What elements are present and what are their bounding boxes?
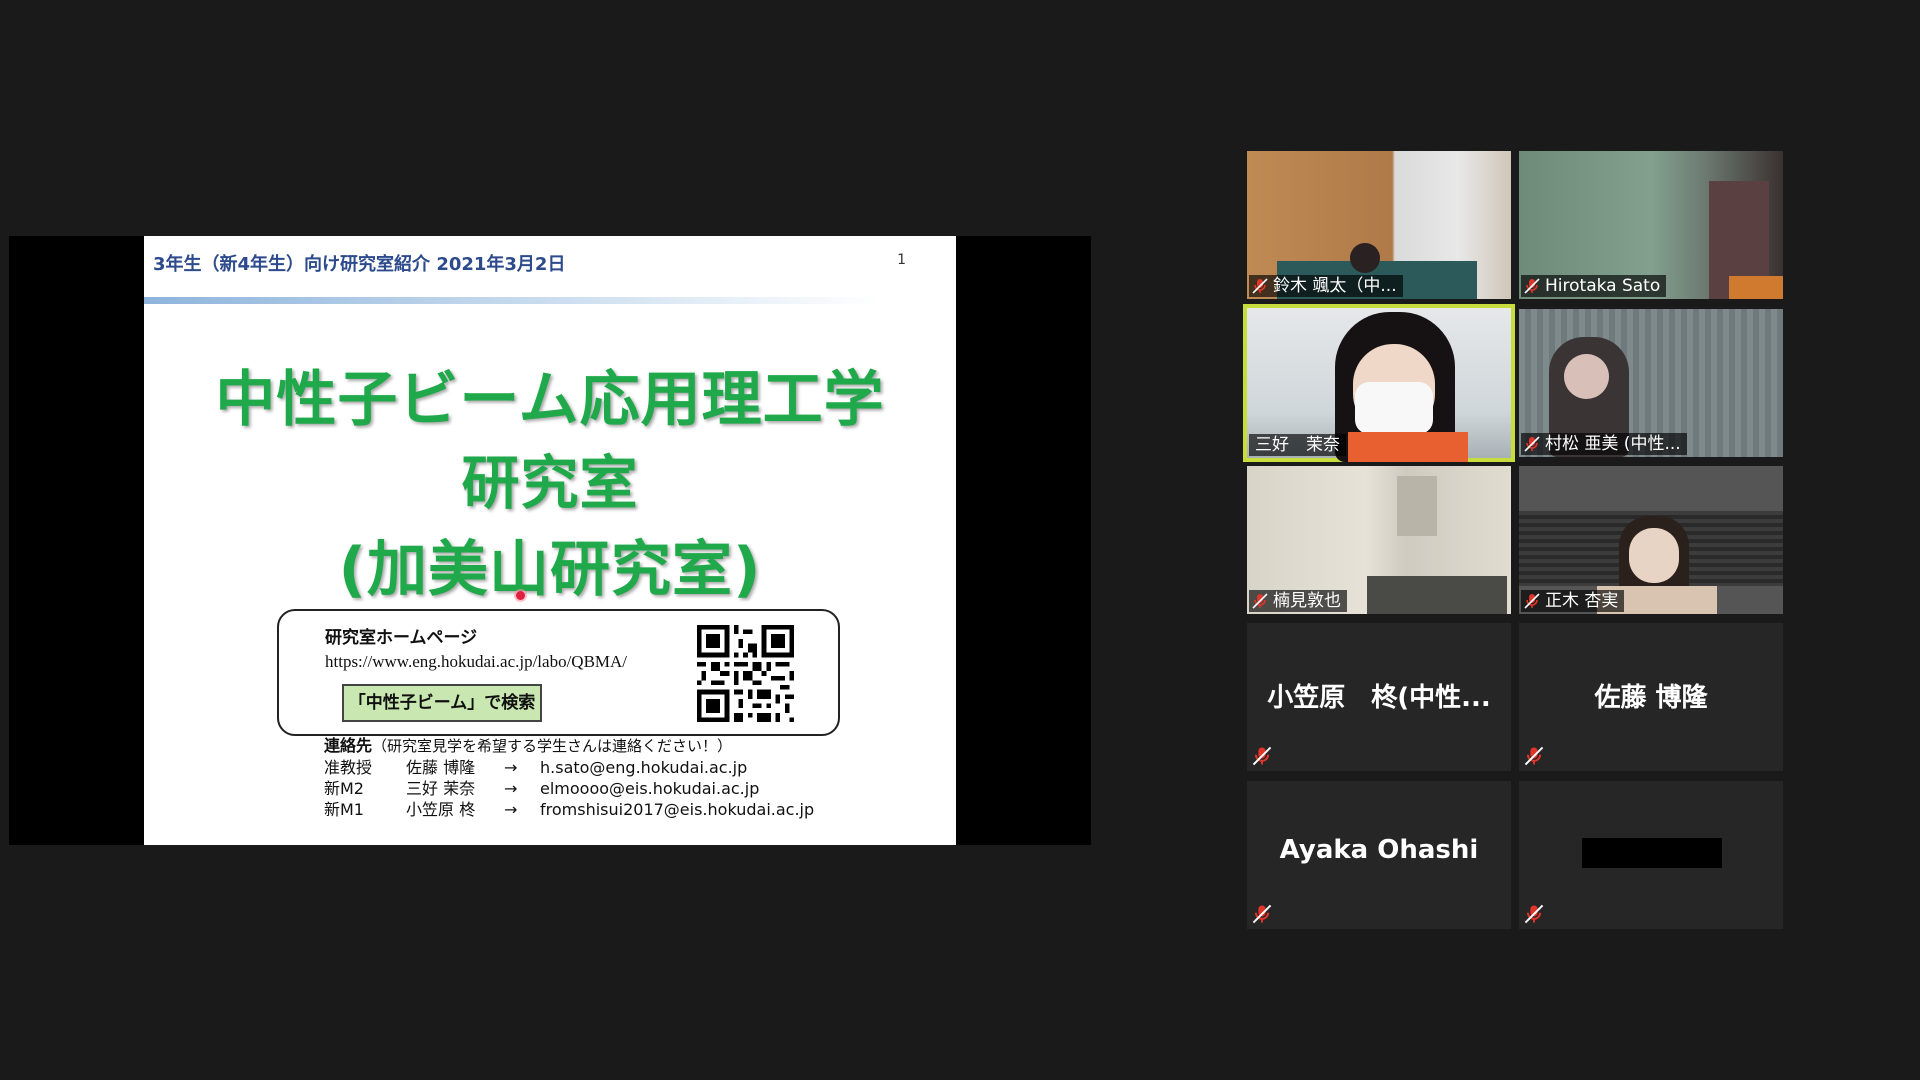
slide-title-line-3: (加美山研究室) <box>338 535 762 605</box>
participant-name: 楠見敦也 <box>1273 591 1341 611</box>
video-feed-face <box>1629 528 1679 583</box>
search-hint-box: 「中性子ビーム」で検索 <box>342 684 542 722</box>
slide-title-line-2: 研究室 <box>461 449 639 517</box>
mic-off-icon <box>1252 746 1272 766</box>
participant-name-label: 村松 亜美 (中性... <box>1521 433 1687 455</box>
contact-email: fromshisui2017@eis.hokudai.ac.jp <box>540 800 815 819</box>
mic-off-icon <box>1524 904 1544 924</box>
participant-name: 佐藤 博隆 <box>1594 683 1708 713</box>
video-feed-detail <box>1367 576 1507 614</box>
contact-name: 三好 茉奈 <box>406 779 476 798</box>
participant-tile[interactable]: 佐藤 博隆 <box>1519 623 1783 771</box>
slide-title-line-1: 中性子ビーム応用理工学 <box>215 365 885 435</box>
mic-off-icon <box>1252 278 1268 294</box>
participant-tile[interactable] <box>1519 781 1783 929</box>
slide-header-title: 3年生（新4年生）向け研究室紹介 2021年3月2日 <box>153 254 566 275</box>
participant-name: 正木 杏実 <box>1545 591 1619 611</box>
pointer-dot-icon <box>516 591 525 600</box>
participant-name: 小笠原 柊(中性... <box>1267 683 1491 713</box>
participant-name: 三好 茉奈 <box>1255 435 1340 455</box>
video-feed-detail <box>1729 276 1783 299</box>
video-feed-face <box>1564 354 1609 399</box>
participant-tile[interactable]: 小笠原 柊(中性... <box>1247 623 1511 771</box>
participant-name-label: Hirotaka Sato <box>1521 275 1667 297</box>
participant-name: 村松 亜美 (中性... <box>1545 434 1681 454</box>
slide-header: 3年生（新4年生）向け研究室紹介 2021年3月2日 1 <box>144 236 956 296</box>
participant-tile[interactable]: 村松 亜美 (中性... <box>1519 309 1783 457</box>
participant-name: Ayaka Ohashi <box>1279 835 1479 865</box>
presentation-slide: 3年生（新4年生）向け研究室紹介 2021年3月2日 1 中性子ビーム応用理工学… <box>144 236 956 845</box>
video-feed-person <box>1350 243 1380 273</box>
participant-tile[interactable]: Hirotaka Sato <box>1519 151 1783 299</box>
mic-off-icon <box>1524 746 1544 766</box>
contact-name: 佐藤 博隆 <box>406 758 476 777</box>
contact-role: 新M1 <box>324 800 364 819</box>
mic-off-icon <box>1524 593 1540 609</box>
contact-row: 准教授 佐藤 博隆 → h.sato@eng.hokudai.ac.jp <box>324 757 814 778</box>
shared-screen[interactable]: 3年生（新4年生）向け研究室紹介 2021年3月2日 1 中性子ビーム応用理工学… <box>9 236 1091 845</box>
contact-note: （研究室見学を希望する学生さんは連絡ください！） <box>372 737 733 755</box>
contact-email: h.sato@eng.hokudai.ac.jp <box>540 758 748 777</box>
video-feed-detail <box>1397 476 1437 536</box>
slide-page-number: 1 <box>897 252 906 268</box>
mic-off-icon <box>1524 278 1540 294</box>
participant-tile[interactable]: 鈴木 颯太（中... <box>1247 151 1511 299</box>
contact-row: 新M1 小笠原 柊 → fromshisui2017@eis.hokudai.a… <box>324 799 814 820</box>
participant-tile-active-speaker[interactable]: 三好 茉奈 <box>1243 304 1515 462</box>
participant-tile[interactable]: 楠見敦也 <box>1247 466 1511 614</box>
mic-off-icon <box>1524 436 1540 452</box>
contact-email: elmoooo@eis.hokudai.ac.jp <box>540 779 760 798</box>
redacted-name <box>1582 838 1722 868</box>
arrow-icon: → <box>504 758 518 777</box>
participant-name-label: 正木 杏実 <box>1521 590 1625 612</box>
participant-name-label: 三好 茉奈 <box>1249 434 1346 456</box>
homepage-url: https://www.eng.hokudai.ac.jp/labo/QBMA/ <box>325 652 628 671</box>
video-feed-detail <box>1348 432 1468 462</box>
contact-role: 准教授 <box>324 758 373 777</box>
header-divider <box>144 297 879 304</box>
participant-tile[interactable]: Ayaka Ohashi <box>1247 781 1511 929</box>
contact-role: 新M2 <box>324 779 364 798</box>
homepage-box: 研究室ホームページ https://www.eng.hokudai.ac.jp/… <box>277 609 840 736</box>
mic-off-icon <box>1252 904 1272 924</box>
participant-tile[interactable]: 正木 杏実 <box>1519 466 1783 614</box>
participant-name-label: 楠見敦也 <box>1249 590 1347 612</box>
arrow-icon: → <box>504 779 518 798</box>
contact-row: 新M2 三好 茉奈 → elmoooo@eis.hokudai.ac.jp <box>324 778 814 799</box>
participant-name: Hirotaka Sato <box>1545 276 1661 296</box>
contact-section: 連絡先（研究室見学を希望する学生さんは連絡ください！） 准教授 佐藤 博隆 → … <box>324 735 814 820</box>
video-feed-mask <box>1355 382 1433 434</box>
mic-off-icon <box>1252 593 1268 609</box>
contact-heading: 連絡先 <box>324 736 373 755</box>
contact-name: 小笠原 柊 <box>406 800 476 819</box>
qr-code-icon <box>697 625 794 722</box>
participant-name-label: 鈴木 颯太（中... <box>1249 275 1403 297</box>
participant-name: 鈴木 颯太（中... <box>1273 276 1397 296</box>
arrow-icon: → <box>504 800 518 819</box>
homepage-label: 研究室ホームページ <box>325 628 478 648</box>
